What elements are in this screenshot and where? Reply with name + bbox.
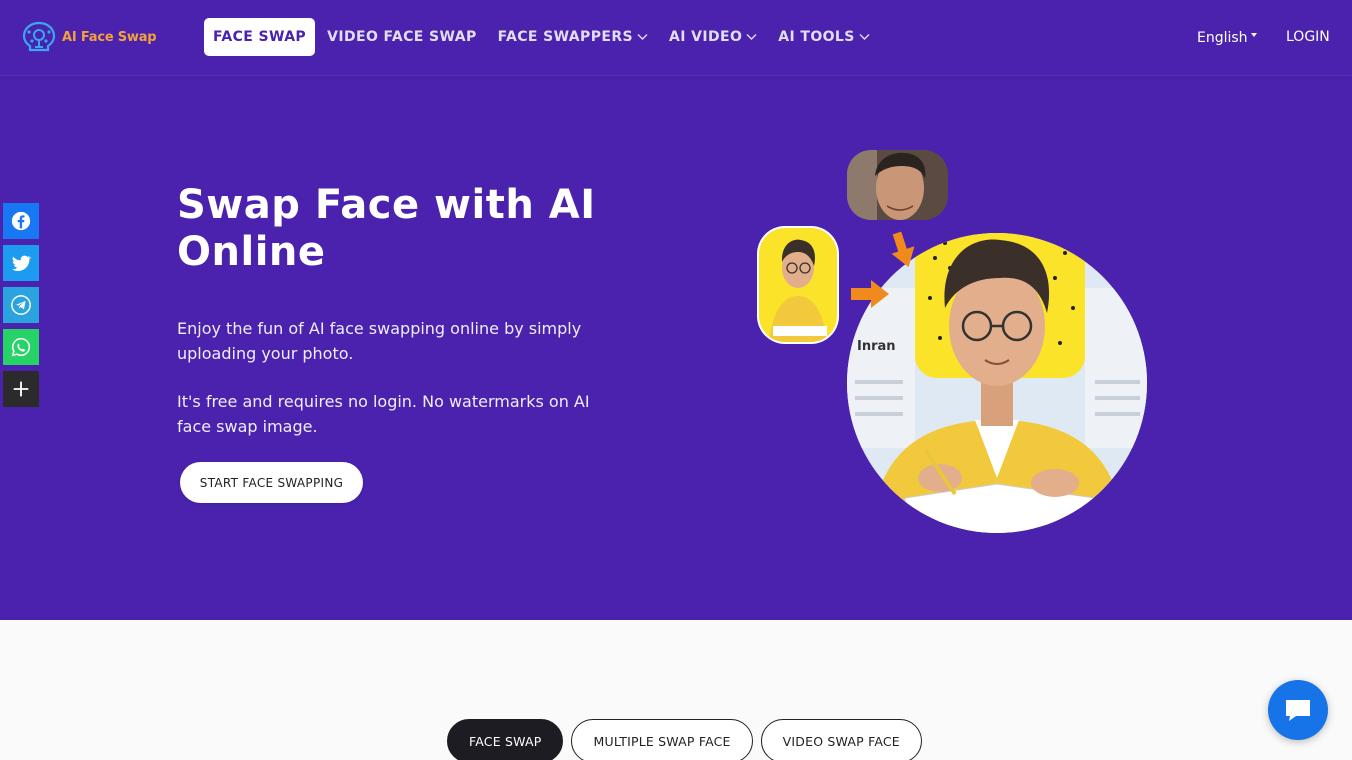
nav-video-face-swap[interactable]: VIDEO FACE SWAP	[318, 18, 486, 56]
brain-bulb-icon	[22, 21, 56, 52]
telegram-share-button[interactable]	[3, 287, 39, 323]
swap-mode-tabs: FACE SWAP MULTIPLE SWAP FACE VIDEO SWAP …	[447, 719, 922, 760]
chevron-down-icon	[637, 34, 648, 40]
source-face-image	[757, 226, 839, 344]
chevron-down-icon	[746, 34, 757, 40]
hero-title: Swap Face with AI Online	[177, 182, 596, 275]
chat-widget-button[interactable]	[1268, 680, 1328, 740]
screen-name-text: Inran	[857, 339, 896, 354]
caret-down-icon	[1250, 33, 1257, 37]
hero-illustration: Inran	[757, 150, 1147, 533]
hero-description-2: It's free and requires no login. No wate…	[177, 392, 590, 436]
facebook-icon	[11, 211, 31, 231]
telegram-icon	[11, 295, 31, 315]
nav-face-swap[interactable]: FACE SWAP	[204, 18, 316, 56]
chevron-down-icon	[859, 34, 870, 40]
nav-ai-video-label: AI VIDEO	[669, 29, 743, 45]
nav-ai-tools[interactable]: AI TOOLS	[769, 18, 878, 56]
hero-description-1: Enjoy the fun of AI face swapping online…	[177, 319, 582, 363]
tab-multiple-swap-face[interactable]: MULTIPLE SWAP FACE	[571, 719, 753, 760]
top-navbar: AI Face Swap FACE SWAP VIDEO FACE SWAP F…	[0, 0, 1352, 76]
result-face-image: Inran	[847, 233, 1147, 533]
target-face-image	[847, 150, 948, 220]
nav-video-face-swap-label: VIDEO FACE SWAP	[327, 29, 477, 45]
plus-icon	[13, 381, 29, 397]
chat-bubble-icon	[1286, 700, 1310, 721]
tab-face-swap[interactable]: FACE SWAP	[447, 719, 564, 760]
tab-video-swap-face[interactable]: VIDEO SWAP FACE	[760, 719, 922, 760]
more-share-button[interactable]	[3, 371, 39, 407]
main-nav: FACE SWAP VIDEO FACE SWAP FACE SWAPPERS …	[204, 18, 882, 56]
twitter-share-button[interactable]	[3, 245, 39, 281]
nav-face-swap-label: FACE SWAP	[213, 29, 307, 45]
social-share-bar	[3, 203, 39, 407]
logo-text: AI Face Swap	[62, 29, 157, 45]
whatsapp-icon	[11, 337, 31, 357]
site-logo[interactable]: AI Face Swap	[20, 20, 157, 54]
nav-face-swappers[interactable]: FACE SWAPPERS	[489, 18, 657, 56]
nav-ai-video[interactable]: AI VIDEO	[660, 18, 766, 56]
whatsapp-share-button[interactable]	[3, 329, 39, 365]
language-label: English	[1197, 30, 1248, 46]
login-link[interactable]: LOGIN	[1286, 29, 1330, 45]
start-face-swapping-button[interactable]: START FACE SWAPPING	[180, 462, 363, 503]
language-selector[interactable]: English	[1197, 30, 1257, 46]
twitter-icon	[12, 255, 32, 271]
nav-face-swappers-label: FACE SWAPPERS	[497, 29, 633, 45]
nav-ai-tools-label: AI TOOLS	[778, 29, 855, 45]
facebook-share-button[interactable]	[3, 203, 39, 239]
